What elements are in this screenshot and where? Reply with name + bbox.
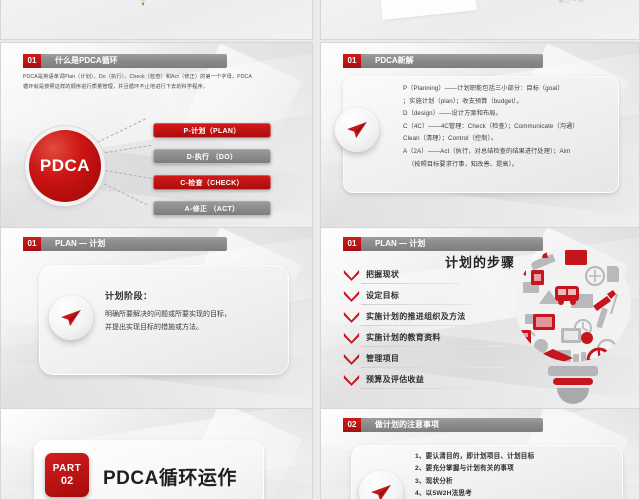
connector-line <box>99 169 152 180</box>
plan-stage-heading: 计划阶段： <box>105 291 153 301</box>
part-badge: PART 02 <box>45 453 89 497</box>
note-item: 3、现状分析 <box>415 477 453 485</box>
section-number-badge: 02 <box>343 418 361 432</box>
part-title: PDCA循环运作 <box>103 468 237 489</box>
section-header: 02 做计划的注意事项 <box>343 418 543 432</box>
slide-what-is-pdca[interactable]: 01 什么是PDCA循环 PDCA是英语单词Plan（计划）、Do（执行）、Ch… <box>0 42 313 228</box>
paper-plane-icon[interactable] <box>49 296 93 340</box>
step-divider <box>361 304 471 305</box>
connector-line <box>96 118 146 143</box>
section-header: 01 什么是PDCA循环 <box>23 54 227 68</box>
note-item: 1、要认清目的，即计划项目、计划目标 <box>415 453 535 460</box>
step-item[interactable]: 预算及评估收益 <box>343 373 558 386</box>
chevron-down-icon <box>343 374 360 386</box>
line: A（2A）——Act（执行，对总结检查的结果进行处理）；Aim <box>403 147 571 155</box>
section-title: PLAN — 计划 <box>41 237 227 251</box>
note-item: 4、以5W2H法思考 <box>415 490 472 498</box>
cut-off-slides-strip: ★⟳⚭❀ <box>0 0 640 42</box>
connector-line <box>99 144 152 154</box>
section-number-badge: 01 <box>343 54 361 68</box>
cut-off-slide-left[interactable] <box>0 0 313 40</box>
section-title: 什么是PDCA循环 <box>41 54 227 68</box>
section-number-badge: 01 <box>23 54 41 68</box>
pdca-step-plan[interactable]: P-计划（PLAN） <box>153 123 271 138</box>
line: C（4C）——4C管理：Check（检查）；Communicate（沟通） <box>403 122 579 130</box>
notes-list: 1、要认清目的，即计划项目、计划目标 2、要充分掌握与计划有关的事项 3、现状分… <box>415 451 535 499</box>
step-label: 实施计划的教育资料 <box>366 333 441 342</box>
cut-off-slide-right[interactable]: ★⟳⚭❀ <box>320 0 640 40</box>
pdca-step-do[interactable]: D-执行 （DO） <box>153 149 271 164</box>
slide-pdca-new-interpretation[interactable]: 01 PDCA新解 P（Planning）——计划职能包括三小部分：目标（goa… <box>320 42 640 228</box>
step-label: 设定目标 <box>366 291 400 300</box>
section-title: 做计划的注意事项 <box>361 418 543 432</box>
step-divider <box>361 283 461 284</box>
part-word: PART <box>52 462 82 474</box>
step-divider <box>361 388 507 389</box>
section-number-badge: 01 <box>23 237 41 251</box>
plan-stage-text: 计划阶段： 明确所要解决的问题或所要实现的目标， 并提出实现目标的措施或方法。 <box>105 289 231 334</box>
section-number-badge: 01 <box>343 237 361 251</box>
step-label: 预算及评估收益 <box>366 375 425 384</box>
pdca-circle-label: PDCA <box>39 156 91 175</box>
intro-paragraph: PDCA是英语单词Plan（计划）、Do（执行）、Check（检查）和Act（修… <box>23 74 252 90</box>
section-title: PDCA新解 <box>361 54 543 68</box>
step-item[interactable]: 实施计划的教育资料 <box>343 331 558 344</box>
line: P（Planning）——计划职能包括三小部分：目标（goal） <box>403 85 564 92</box>
step-label: 管理项目 <box>366 354 400 363</box>
slide-thumbnail-grid: ★⟳⚭❀ 01 什么是PDCA循环 PDCA是英语单词Plan（计划）、Do（执… <box>0 0 640 500</box>
step-item[interactable]: 实施计划的推进组织及方法 <box>343 310 558 323</box>
part-number: 02 <box>60 474 74 487</box>
pencil-lead-icon <box>142 3 144 6</box>
section-header: 01 PDCA新解 <box>343 54 543 68</box>
note-item: 2、要充分掌握与计划有关的事项 <box>415 465 514 473</box>
line: ；实施计划（plan）；收支预算（budget）。 <box>403 97 523 105</box>
paper-sheet-shape <box>379 0 478 20</box>
step-item[interactable]: 设定目标 <box>343 289 558 302</box>
slide-part-02-cover[interactable]: PART 02 PDCA循环运作 <box>0 408 313 500</box>
step-label: 把握现状 <box>366 270 400 279</box>
step-divider <box>361 346 507 347</box>
faint-sketch-icon: ★⟳⚭❀ <box>556 0 584 6</box>
line: Clean（清理）；Control（控制）。 <box>403 135 497 143</box>
chevron-down-icon <box>343 269 360 281</box>
step-divider <box>361 367 507 368</box>
line: D（design）——设计方案和布局。 <box>403 110 502 118</box>
plan-stage-body-line: 明确所要解决的问题或所要实现的目标， <box>105 311 231 318</box>
slide-plan-steps[interactable]: 01 PLAN — 计划 计划的步骤 把握现状 设定目标 实施计划的推进组织及方… <box>320 227 640 409</box>
line: （按照目标要求行事，知改善、提高）。 <box>408 160 519 168</box>
chevron-down-icon <box>343 311 360 323</box>
step-label: 实施计划的推进组织及方法 <box>366 312 466 321</box>
connector-line <box>94 179 148 206</box>
section-header: 01 PLAN — 计划 <box>23 237 227 251</box>
pdca-step-act[interactable]: A-修正 （ACT） <box>153 201 271 216</box>
interpretation-lines: P（Planning）——计划职能包括三小部分：目标（goal） ；实施计划（p… <box>403 83 579 171</box>
chevron-down-icon <box>343 332 360 344</box>
step-item[interactable]: 管理项目 <box>343 352 558 365</box>
paper-plane-icon[interactable] <box>335 108 379 152</box>
step-item[interactable]: 把握现状 <box>343 268 558 281</box>
step-divider <box>361 325 507 326</box>
pdca-circle[interactable]: PDCA <box>29 130 101 202</box>
slide-plan-notes[interactable]: 02 做计划的注意事项 1、要认清目的，即计划项目、计划目标 2、要充分掌握与计… <box>320 408 640 500</box>
slide-plan-stage[interactable]: 01 PLAN — 计划 计划阶段： 明确所要解决的问题或所要实现的目标， 并提… <box>0 227 313 409</box>
chevron-down-icon <box>343 353 360 365</box>
chevron-down-icon <box>343 290 360 302</box>
pdca-step-check[interactable]: C-检查（CHECK） <box>153 175 271 190</box>
plan-stage-body-line: 并提出实现目标的措施或方法。 <box>105 324 203 331</box>
